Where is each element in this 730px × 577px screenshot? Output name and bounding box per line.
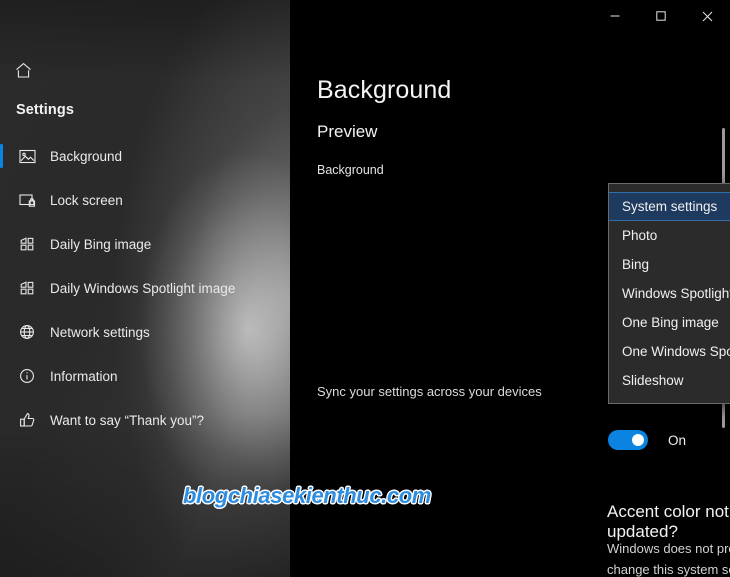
close-button[interactable] — [684, 0, 730, 32]
selection-indicator — [0, 144, 3, 168]
sidebar-item-daily-bing-image[interactable]: Daily Bing image — [0, 226, 290, 262]
sidebar-item-information[interactable]: Information — [0, 358, 290, 394]
site-watermark: blogchiasekienthuc.com — [183, 483, 431, 508]
dropdown-option-photo[interactable]: Photo — [609, 221, 730, 250]
background-field-label: Background — [317, 163, 384, 177]
sidebar-item-label: Want to say “Thank you”? — [50, 412, 205, 428]
sidebar-item-network-settings[interactable]: Network settings — [0, 314, 290, 350]
sidebar-title: Settings — [16, 102, 74, 118]
sidebar-item-label: Lock screen — [50, 192, 123, 208]
sidebar-item-lock-screen[interactable]: Lock screen — [0, 182, 290, 218]
sidebar-item-daily-windows-spotlight-image[interactable]: Daily Windows Spotlight image — [0, 270, 290, 306]
window-titlebar — [290, 0, 730, 32]
info-circle-icon — [16, 365, 38, 387]
home-icon[interactable] — [12, 59, 34, 81]
sidebar-item-label: Network settings — [50, 324, 150, 340]
windows-grid-icon — [16, 277, 38, 299]
dropdown-option-one-bing-image[interactable]: One Bing image — [609, 308, 730, 337]
dropdown-option-label: Bing — [622, 257, 650, 272]
toggle-knob — [632, 434, 644, 446]
sidebar-item-label: Daily Windows Spotlight image — [50, 280, 236, 296]
sidebar-item-label: Information — [50, 368, 118, 384]
accent-color-body-text: Windows does not provide the ability for… — [607, 541, 730, 577]
dropdown-option-label: Windows Spotlight — [622, 286, 730, 301]
dropdown-option-label: System settings — [622, 199, 718, 214]
preview-section-title: Preview — [317, 122, 378, 141]
maximize-button[interactable] — [638, 0, 684, 32]
sync-toggle-switch[interactable] — [608, 430, 648, 450]
dropdown-option-label: One Windows Spotlight image — [622, 344, 730, 359]
sidebar-item-thank-you[interactable]: Want to say “Thank you”? — [0, 402, 290, 438]
sidebar-nav-list: Background Lock screen Daily Bing image … — [0, 138, 290, 446]
toggle-state-label: On — [668, 432, 687, 448]
app-screen: Settings Background Lock screen Daily Bi… — [0, 0, 730, 577]
image-icon — [16, 145, 38, 167]
dropdown-option-bing[interactable]: Bing — [609, 250, 730, 279]
globe-icon — [16, 321, 38, 343]
thumbs-up-icon — [16, 409, 38, 431]
accent-color-heading: Accent color not updated? — [607, 502, 729, 541]
dropdown-option-label: Slideshow — [622, 373, 684, 388]
dropdown-option-label: Photo — [622, 228, 658, 243]
sidebar-item-label: Daily Bing image — [50, 236, 152, 252]
page-title: Background — [317, 76, 452, 104]
lock-screen-icon — [16, 189, 38, 211]
dropdown-option-label: One Bing image — [622, 315, 719, 330]
dropdown-option-system-settings[interactable]: System settings — [609, 192, 730, 221]
sync-toggle-row[interactable]: On — [608, 430, 686, 450]
sidebar-home-row[interactable] — [0, 56, 290, 84]
dropdown-option-one-windows-spotlight-image[interactable]: One Windows Spotlight image — [609, 337, 730, 366]
dropdown-option-slideshow[interactable]: Slideshow — [609, 366, 730, 395]
windows-grid-icon — [16, 233, 38, 255]
dropdown-option-windows-spotlight[interactable]: Windows Spotlight — [609, 279, 730, 308]
sidebar-item-background[interactable]: Background — [0, 138, 290, 174]
background-dropdown-list[interactable]: System settings Photo Bing Windows Spotl… — [608, 183, 730, 404]
sidebar-item-label: Background — [50, 148, 123, 164]
minimize-button[interactable] — [592, 0, 638, 32]
